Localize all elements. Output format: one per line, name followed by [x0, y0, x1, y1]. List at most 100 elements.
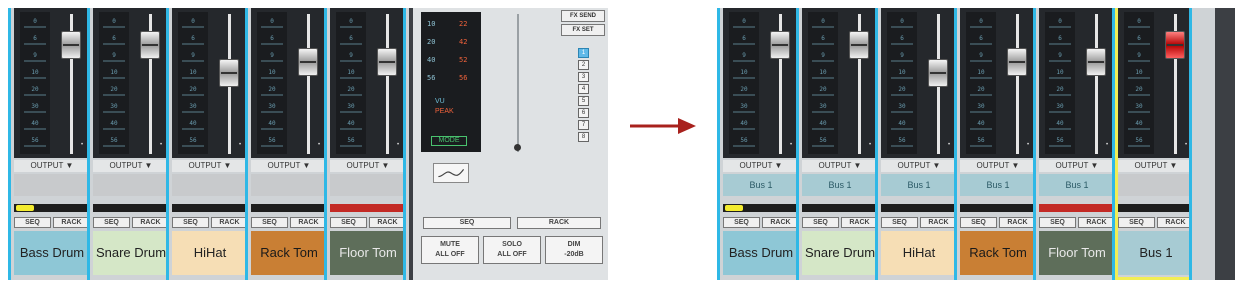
rack-button[interactable]: RACK: [920, 217, 957, 228]
rack-button[interactable]: RACK: [1078, 217, 1115, 228]
channel-name-label[interactable]: Floor Tom: [330, 231, 406, 275]
output-bus-field[interactable]: [1118, 174, 1194, 196]
output-bus-field[interactable]: [251, 174, 327, 196]
channel-strip: 0 6 9 10 20 30 40 56 • OUTPUT ▼ SEQ RACK Floor Tom: [327, 8, 409, 280]
volume-fader-handle[interactable]: [770, 30, 790, 59]
rack-button[interactable]: RACK: [290, 217, 327, 228]
fx-slot-button[interactable]: 8: [578, 132, 589, 142]
seq-button[interactable]: SEQ: [1118, 217, 1155, 228]
fx-slot-button[interactable]: 3: [578, 72, 589, 82]
fx-slot-button[interactable]: 1: [578, 48, 589, 58]
volume-fader-handle[interactable]: [928, 58, 948, 87]
output-bus-field[interactable]: Bus 1: [802, 174, 878, 196]
volume-fader-handle[interactable]: [1086, 47, 1106, 76]
output-bus-field[interactable]: [330, 174, 406, 196]
fx-send-button[interactable]: FX SEND: [561, 10, 605, 22]
meter-segment: [891, 26, 913, 28]
output-selector[interactable]: OUTPUT ▼: [1118, 160, 1194, 172]
volume-fader-handle[interactable]: [61, 30, 81, 59]
meter-segment: [182, 60, 204, 62]
output-bus-field[interactable]: [14, 174, 90, 196]
fx-slot-button[interactable]: 6: [578, 108, 589, 118]
volume-fader-handle[interactable]: [219, 58, 239, 87]
output-bus-field[interactable]: Bus 1: [881, 174, 957, 196]
channel-name-label[interactable]: Rack Tom: [960, 231, 1036, 275]
mode-button[interactable]: MODE: [431, 136, 467, 146]
volume-fader-handle[interactable]: [298, 47, 318, 76]
volume-fader-handle[interactable]: [140, 30, 160, 59]
eq-curve-button[interactable]: [433, 163, 469, 183]
seq-button[interactable]: SEQ: [251, 217, 288, 228]
level-meter: 0 6 9 10 20 30 40 56: [808, 12, 838, 154]
volume-fader-handle[interactable]: [377, 47, 397, 76]
meter-segment: [24, 111, 46, 113]
seq-button[interactable]: SEQ: [881, 217, 918, 228]
seq-button[interactable]: SEQ: [723, 217, 760, 228]
mute-button[interactable]: MUTE ALL OFF: [421, 236, 479, 264]
channel-name-label[interactable]: Bass Drum: [14, 231, 90, 275]
meter-tick-label: 0: [112, 18, 116, 25]
channel-name-label[interactable]: Snare Drum: [802, 231, 878, 275]
seq-button[interactable]: SEQ: [14, 217, 51, 228]
meter-tick-label: 56: [189, 137, 197, 144]
seq-button[interactable]: SEQ: [93, 217, 130, 228]
curve-icon: [438, 169, 465, 178]
fx-slot-button[interactable]: 7: [578, 120, 589, 130]
volume-fader-handle[interactable]: [849, 30, 869, 59]
output-selector[interactable]: OUTPUT ▼: [172, 160, 248, 172]
meter-tick-label: 10: [31, 69, 39, 76]
rack-button[interactable]: RACK: [211, 217, 248, 228]
meter-tick-label: 0: [191, 18, 195, 25]
output-bus-field[interactable]: Bus 1: [960, 174, 1036, 196]
channel-name-label[interactable]: Rack Tom: [251, 231, 327, 275]
meter-tick-label: 10: [977, 69, 985, 76]
master-fader-handle[interactable]: [514, 144, 521, 151]
fx-slot-button[interactable]: 5: [578, 96, 589, 106]
seq-button[interactable]: SEQ: [330, 217, 367, 228]
output-bus-field[interactable]: [172, 174, 248, 196]
rack-button[interactable]: RACK: [369, 217, 406, 228]
channel-name-label[interactable]: HiHat: [881, 231, 957, 275]
channel-name-label[interactable]: Bass Drum: [723, 231, 799, 275]
output-bus-field[interactable]: Bus 1: [1039, 174, 1115, 196]
seq-button[interactable]: SEQ: [172, 217, 209, 228]
output-bus-field[interactable]: Bus 1: [723, 174, 799, 196]
meter-tick-label: 30: [110, 103, 118, 110]
meter-tick-label: 20: [1135, 86, 1143, 93]
output-selector[interactable]: OUTPUT ▼: [723, 160, 799, 172]
seq-rack-buttons: SEQ RACK: [881, 217, 957, 228]
channel-name-label[interactable]: HiHat: [172, 231, 248, 275]
meter-segment: [182, 94, 204, 96]
channel-name-label[interactable]: Floor Tom: [1039, 231, 1115, 275]
rack-button[interactable]: RACK: [132, 217, 169, 228]
volume-fader-handle[interactable]: [1007, 47, 1027, 76]
dim-button[interactable]: DIM -20dB: [545, 236, 603, 264]
rack-button[interactable]: RACK: [999, 217, 1036, 228]
rack-button[interactable]: RACK: [762, 217, 799, 228]
output-selector[interactable]: OUTPUT ▼: [93, 160, 169, 172]
seq-button[interactable]: SEQ: [960, 217, 997, 228]
rack-button[interactable]: RACK: [53, 217, 90, 228]
solo-button[interactable]: SOLO ALL OFF: [483, 236, 541, 264]
rack-button[interactable]: RACK: [841, 217, 878, 228]
output-selector[interactable]: OUTPUT ▼: [881, 160, 957, 172]
channel-name-label[interactable]: Snare Drum: [93, 231, 169, 275]
master-rack-button[interactable]: RACK: [517, 217, 601, 229]
channel-name-label[interactable]: Bus 1: [1118, 231, 1194, 275]
output-selector[interactable]: OUTPUT ▼: [251, 160, 327, 172]
fx-slot-button[interactable]: 4: [578, 84, 589, 94]
seq-button[interactable]: SEQ: [1039, 217, 1076, 228]
meter-segment: [733, 145, 755, 147]
output-selector[interactable]: OUTPUT ▼: [330, 160, 406, 172]
output-selector[interactable]: OUTPUT ▼: [960, 160, 1036, 172]
volume-fader-handle[interactable]: [1165, 30, 1185, 59]
output-bus-field[interactable]: [93, 174, 169, 196]
output-selector[interactable]: OUTPUT ▼: [1039, 160, 1115, 172]
seq-button[interactable]: SEQ: [802, 217, 839, 228]
output-selector[interactable]: OUTPUT ▼: [802, 160, 878, 172]
fx-slot-button[interactable]: 2: [578, 60, 589, 70]
channel-strip: 0 6 9 10 20 30 40 56 • OUTPUT ▼ SEQ RACK Bass Drum: [11, 8, 93, 280]
master-seq-button[interactable]: SEQ: [423, 217, 511, 229]
output-selector[interactable]: OUTPUT ▼: [14, 160, 90, 172]
fx-set-button[interactable]: FX SET: [561, 24, 605, 36]
